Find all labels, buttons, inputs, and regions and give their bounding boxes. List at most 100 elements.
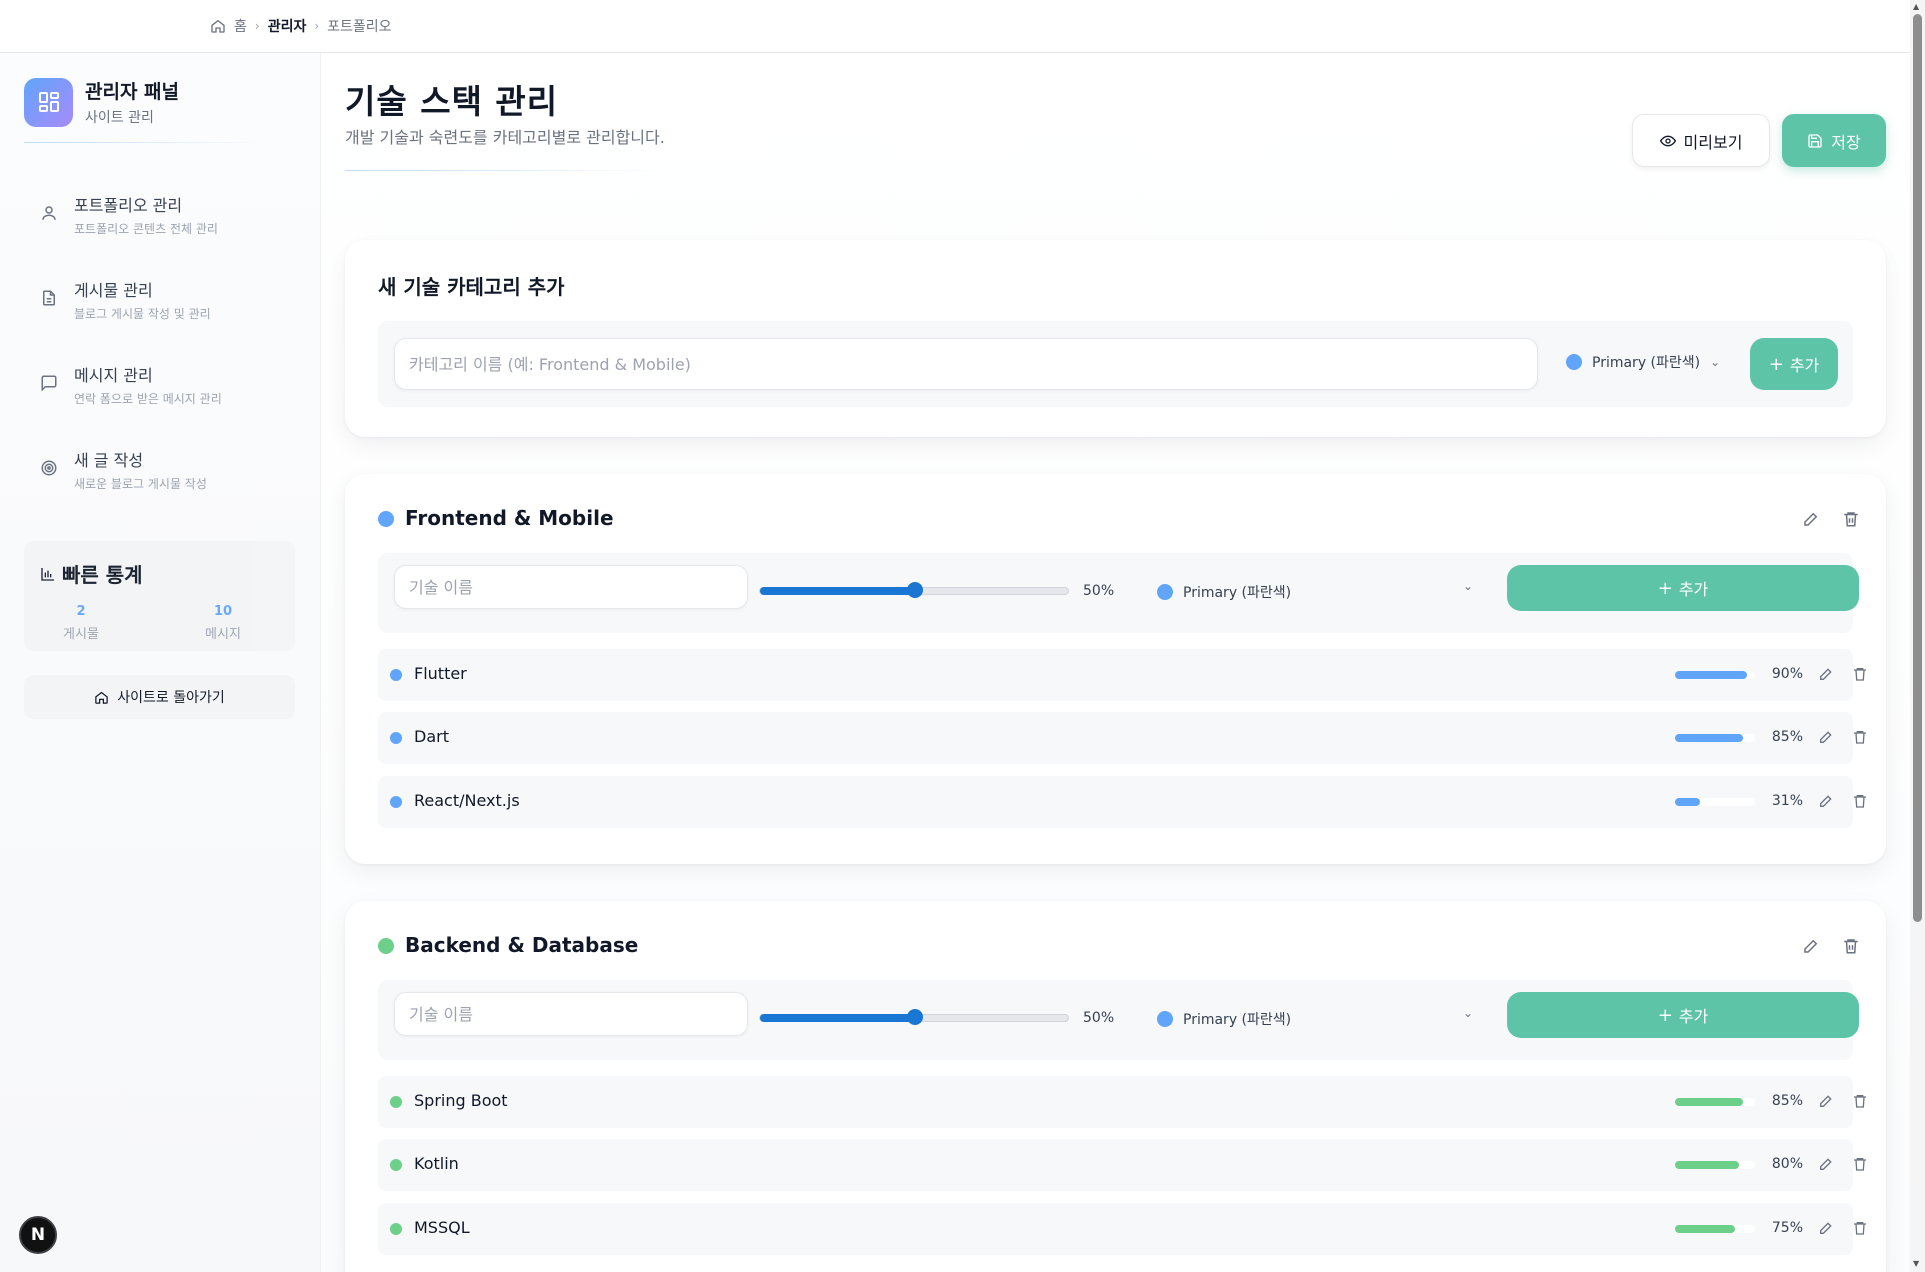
save-button[interactable]: 저장	[1782, 114, 1886, 167]
skill-row: Dart 85%	[378, 712, 1866, 764]
trash-icon[interactable]	[1842, 937, 1860, 955]
color-select-label: Primary (파란색)	[1183, 1012, 1292, 1028]
color-swatch	[1566, 354, 1582, 370]
home-icon	[95, 691, 108, 704]
category-card: Backend & Database 50% Primary (파란색) ⌄ +…	[345, 901, 1886, 1272]
sidebar-item-messages[interactable]: 메시지 관리 연락 폼으로 받은 메시지 관리	[24, 348, 294, 433]
chevron-down-icon[interactable]: ⌄	[1463, 579, 1473, 593]
skill-level-fill	[1675, 671, 1747, 679]
edit-icon[interactable]	[1818, 1220, 1834, 1236]
brand-title: 관리자 패널	[85, 81, 180, 103]
skill-level-bar	[1675, 1225, 1755, 1233]
slider-handle[interactable]	[907, 1009, 923, 1025]
skill-level-slider[interactable]	[759, 582, 1069, 598]
trash-icon[interactable]	[1852, 666, 1868, 682]
slider-value: 50%	[1083, 583, 1115, 599]
category-name: Backend & Database	[405, 933, 639, 957]
trash-icon[interactable]	[1852, 793, 1868, 809]
sidebar-item-desc: 블로그 게시물 작성 및 관리	[74, 307, 211, 321]
divider	[24, 142, 264, 143]
trash-icon[interactable]	[1842, 510, 1860, 528]
sidebar-item-desc: 포트폴리오 콘텐츠 전체 관리	[74, 222, 218, 236]
top-bar: 홈 › 관리자 › 포트폴리오	[0, 0, 1910, 53]
skill-level-fill	[1675, 798, 1700, 806]
sidebar-item-label: 새 글 작성	[74, 451, 144, 470]
slider-value: 50%	[1083, 1010, 1115, 1026]
stat-label: 메시지	[205, 627, 241, 642]
plus-icon: +	[1657, 1004, 1673, 1026]
category-name-input[interactable]	[394, 338, 1538, 390]
scrollbar-thumb[interactable]	[1913, 14, 1922, 922]
skill-color-dot	[390, 1223, 402, 1235]
sidebar-item-portfolio[interactable]: 포트폴리오 관리 포트폴리오 콘텐츠 전체 관리	[24, 178, 294, 263]
edit-icon[interactable]	[1818, 793, 1834, 809]
stat-value: 2	[76, 604, 86, 619]
edit-icon[interactable]	[1818, 666, 1834, 682]
home-icon[interactable]	[210, 18, 226, 34]
add-label: 추가	[1678, 580, 1709, 599]
category-color-select[interactable]: Primary (파란색) ⌄	[1566, 352, 1720, 372]
category-color-dot	[378, 511, 394, 527]
trash-icon[interactable]	[1852, 1156, 1868, 1172]
skill-level-bar	[1675, 1161, 1755, 1169]
slider-fill	[760, 587, 915, 595]
preview-button[interactable]: 미리보기	[1632, 114, 1770, 167]
skill-level-label: 31%	[1771, 793, 1803, 809]
skill-color-select[interactable]: Primary (파란색)	[1157, 1009, 1291, 1029]
plus-icon: +	[1768, 353, 1784, 375]
scroll-down-arrow[interactable]: ▼	[1913, 1259, 1919, 1268]
brand-subtitle: 사이트 관리	[85, 110, 154, 126]
chevron-down-icon[interactable]: ⌄	[1463, 1006, 1473, 1020]
eye-icon	[1659, 135, 1676, 146]
skill-level-slider[interactable]	[759, 1009, 1069, 1025]
edit-icon[interactable]	[1818, 1156, 1834, 1172]
add-skill-button[interactable]: + 추가	[1507, 565, 1859, 611]
sidebar-item-posts[interactable]: 게시물 관리 블로그 게시물 작성 및 관리	[24, 263, 294, 348]
edit-icon[interactable]	[1802, 510, 1820, 528]
sidebar-item-new-post[interactable]: 새 글 작성 새로운 블로그 게시물 작성	[24, 433, 294, 518]
skill-name-input[interactable]	[394, 992, 748, 1036]
stat-label: 게시물	[63, 627, 99, 642]
edit-icon[interactable]	[1818, 729, 1834, 745]
scroll-up-arrow[interactable]: ▲	[1913, 2, 1919, 11]
trash-icon[interactable]	[1852, 1220, 1868, 1236]
edit-icon[interactable]	[1818, 1093, 1834, 1109]
add-category-button[interactable]: + 추가	[1750, 338, 1838, 390]
stat-posts: 2 게시물	[41, 604, 121, 642]
breadcrumb: 홈 › 관리자 › 포트폴리오	[210, 16, 392, 36]
breadcrumb-home[interactable]: 홈	[234, 16, 247, 36]
skill-row: Kotlin 80%	[378, 1139, 1866, 1191]
dashboard-icon	[24, 77, 73, 127]
breadcrumb-admin[interactable]: 관리자	[268, 16, 307, 36]
skill-name: React/Next.js	[414, 791, 520, 810]
skill-level-bar	[1675, 671, 1755, 679]
chevron-right-icon: ›	[314, 19, 320, 33]
skill-color-dot	[390, 1096, 402, 1108]
target-icon	[41, 460, 57, 476]
skill-name: Dart	[414, 727, 449, 746]
plus-icon: +	[1657, 577, 1673, 599]
slider-handle[interactable]	[907, 582, 923, 598]
chevron-right-icon: ›	[254, 19, 260, 33]
trash-icon[interactable]	[1852, 1093, 1868, 1109]
skill-name-input[interactable]	[394, 565, 748, 609]
add-skill-button[interactable]: + 추가	[1507, 992, 1859, 1038]
trash-icon[interactable]	[1852, 729, 1868, 745]
skill-color-select[interactable]: Primary (파란색)	[1157, 582, 1291, 602]
category-name: Frontend & Mobile	[405, 506, 614, 530]
sidebar: 관리자 패널 사이트 관리 포트폴리오 관리 포트폴리오 콘텐츠 전체 관리 게…	[0, 53, 321, 1272]
new-category-title: 새 기술 카테고리 추가	[378, 275, 565, 299]
back-to-site-button[interactable]: 사이트로 돌아가기	[24, 675, 295, 719]
category-color-dot	[378, 938, 394, 954]
sidebar-item-desc: 새로운 블로그 게시물 작성	[74, 477, 207, 491]
skill-row: Flutter 90%	[378, 649, 1866, 701]
skill-name: Kotlin	[414, 1154, 459, 1173]
edit-icon[interactable]	[1802, 937, 1820, 955]
page-scrollbar[interactable]: ▲ ▼	[1910, 0, 1925, 1272]
stat-messages: 10 메시지	[183, 604, 263, 642]
back-to-site-label: 사이트로 돌아가기	[117, 690, 225, 706]
next-dev-badge[interactable]: N	[19, 1216, 57, 1254]
color-select-label: Primary (파란색)	[1183, 585, 1292, 601]
save-label: 저장	[1831, 132, 1861, 152]
skill-color-dot	[390, 669, 402, 681]
